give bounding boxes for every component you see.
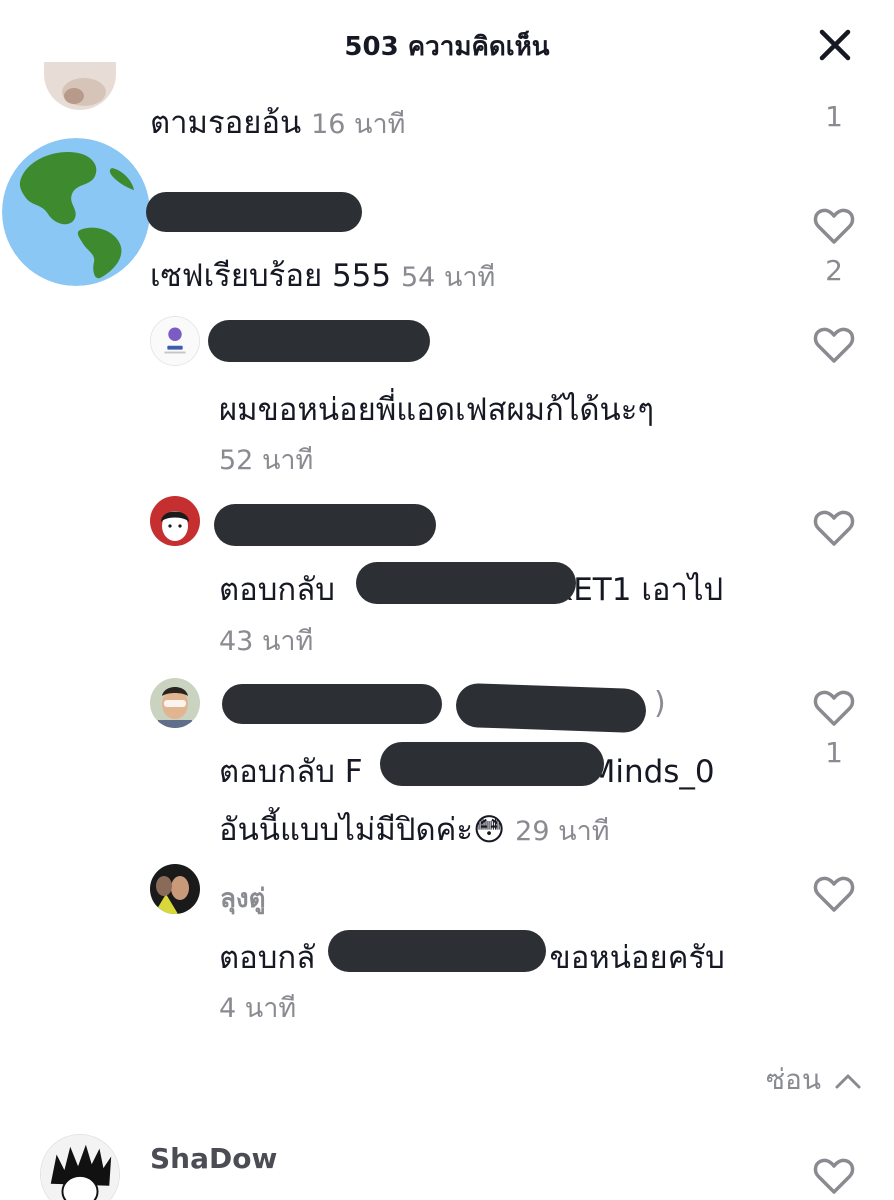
comment-row: อันนี้แบบไม่มีปิดค่ะ😳 29 นาที [219,804,610,854]
comment-text: เซฟเรียบร้อย 555 [150,258,392,294]
reply-suffix: : ขอหน่อยครับ [529,940,725,976]
like-count: 2 [825,254,843,287]
comment-row: เซฟเรียบร้อย 555 54 นาที [150,250,495,300]
reply-prefix: ตอบกลั [219,940,316,976]
comment-time: 43 นาที [219,626,314,657]
avatar[interactable] [150,678,200,728]
like-button[interactable] [813,508,855,548]
username[interactable]: ลุงตู่ [220,878,266,919]
comment-time: 16 นาที [311,109,406,140]
heart-icon [813,510,855,546]
comment-time: 54 นาที [401,262,496,293]
redacted-username [146,192,362,232]
avatar[interactable] [150,864,200,914]
heart-icon [813,327,855,363]
close-button[interactable] [812,22,858,68]
like-button[interactable] [813,1156,855,1196]
hide-label: ซ่อน [766,1063,821,1096]
avatar-globe[interactable] [2,138,150,286]
heart-icon [813,876,855,912]
comment-time: 52 นาที [219,445,314,476]
heart-icon [813,1158,855,1194]
like-button[interactable] [813,688,855,728]
avatar[interactable] [150,316,200,366]
avatar[interactable] [40,1134,120,1200]
comment-text: ผมขอหน่อยพี่แอดเฟสผมก้ได้นะๆ [219,392,655,428]
redacted-username [222,684,442,724]
redacted-mention [356,562,576,604]
hide-replies-button[interactable]: ซ่อน [766,1058,862,1102]
chevron-up-icon [835,1074,861,1089]
redacted-username [214,504,436,546]
close-icon [819,29,851,61]
heart-icon [813,690,855,726]
username[interactable]: ShaDow [150,1142,277,1175]
redacted-mention [380,742,604,786]
avatar[interactable] [150,496,200,546]
reply-prefix: ตอบกลับ [219,754,335,790]
comment-time: 4 นาที [219,993,297,1024]
like-button[interactable] [813,325,855,365]
reply-suffix: xET1 เอาไป [554,572,724,608]
like-count: 1 [825,736,843,769]
username-end: ) [654,686,666,721]
heart-icon [813,208,855,244]
like-button[interactable] [813,206,855,246]
comment-text: ตามรอยอ้น [150,105,302,141]
like-button[interactable] [813,874,855,914]
comment-row: ตามรอยอ้น 16 นาที [150,97,405,147]
comment-text-line2: อันนี้แบบไม่มีปิดค่ะ😳 [219,812,506,848]
comment-time: 29 นาที [515,816,610,847]
redacted-username [208,320,430,362]
reply-suffix: Minds_0 [588,754,715,790]
redacted-mention [328,930,546,972]
globe-icon [2,138,150,286]
avatar[interactable] [44,62,116,110]
reply-prefix: ตอบกลับ [219,572,335,608]
like-count: 1 [825,100,843,133]
page-title: 503 ความคิดเห็น [344,32,550,62]
reply-mention-start: F [344,754,363,790]
redacted-username [455,682,647,734]
